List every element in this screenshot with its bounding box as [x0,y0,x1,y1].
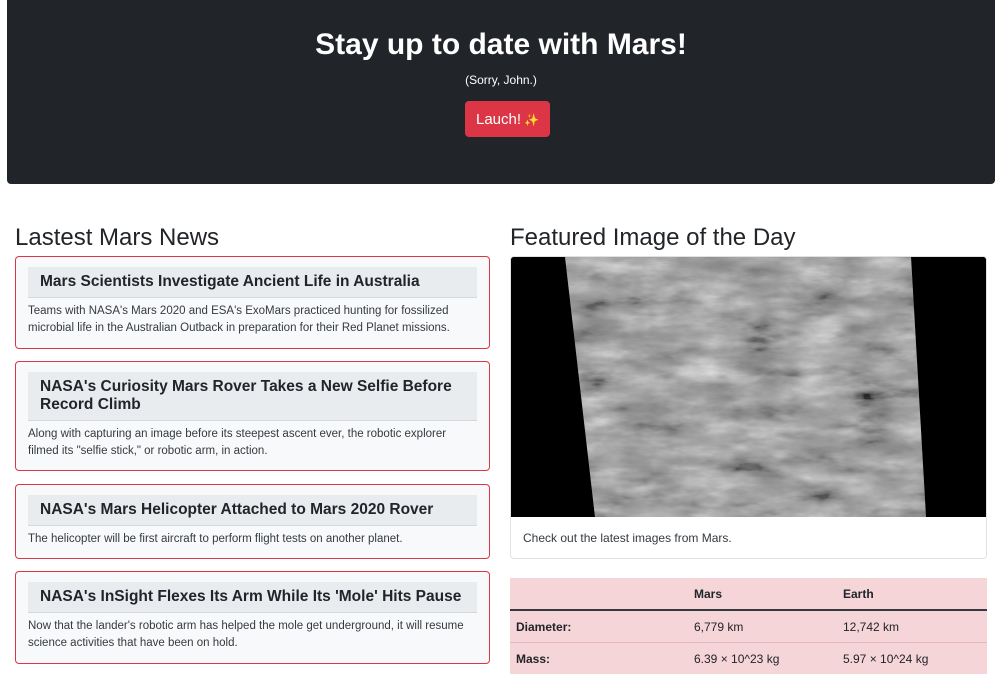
earth-value: 12,742 km [837,609,987,643]
news-card: NASA's Mars Helicopter Attached to Mars … [15,484,490,559]
table-row: Mass: 6.39 × 10^23 kg 5.97 × 10^24 kg [510,642,987,674]
column-header: Mars [688,578,837,611]
sparkles-icon: ✨ [524,112,539,127]
news-title: NASA's Mars Helicopter Attached to Mars … [28,495,477,526]
row-label: Diameter: [510,609,688,643]
news-teaser: Now that the lander's robotic arm has he… [28,620,464,649]
featured-image[interactable] [511,257,986,517]
column-header [510,578,688,611]
news-heading: Lastest Mars News [15,224,220,251]
launch-button-label: Lauch! [476,110,522,128]
table-header-row: Mars Earth [510,578,987,611]
featured-caption: Check out the latest images from Mars. [523,531,732,545]
mars-dunes-image [511,257,986,517]
news-card: NASA's Curiosity Mars Rover Takes a New … [15,361,490,471]
hero-banner: Stay up to date with Mars! (Sorry, John.… [7,0,995,184]
news-card: Mars Scientists Investigate Ancient Life… [15,256,490,349]
featured-heading: Featured Image of the Day [510,224,796,251]
launch-button[interactable]: Lauch! ✨ [465,101,550,137]
table-row: Diameter: 6,779 km 12,742 km [510,609,987,643]
news-title: NASA's Curiosity Mars Rover Takes a New … [28,372,477,421]
news-card: NASA's InSight Flexes Its Arm While Its … [15,571,490,664]
news-teaser: Along with capturing an image before its… [28,428,447,457]
news-title: Mars Scientists Investigate Ancient Life… [28,267,477,298]
hero-subtitle: (Sorry, John.) [465,73,537,87]
column-header: Earth [837,578,987,611]
row-label: Mass: [510,642,688,674]
mars-value: 6,779 km [688,609,837,643]
featured-image-card: Check out the latest images from Mars. [510,256,987,559]
mars-value: 6.39 × 10^23 kg [688,642,837,674]
mars-facts-table: Mars Earth Diameter: 6,779 km 12,742 km … [510,578,987,674]
news-teaser: The helicopter will be first aircraft to… [28,533,403,545]
page-title: Stay up to date with Mars! [315,28,687,61]
news-teaser: Teams with NASA's Mars 2020 and ESA's Ex… [28,305,450,334]
news-title: NASA's InSight Flexes Its Arm While Its … [28,582,477,613]
earth-value: 5.97 × 10^24 kg [837,642,987,674]
